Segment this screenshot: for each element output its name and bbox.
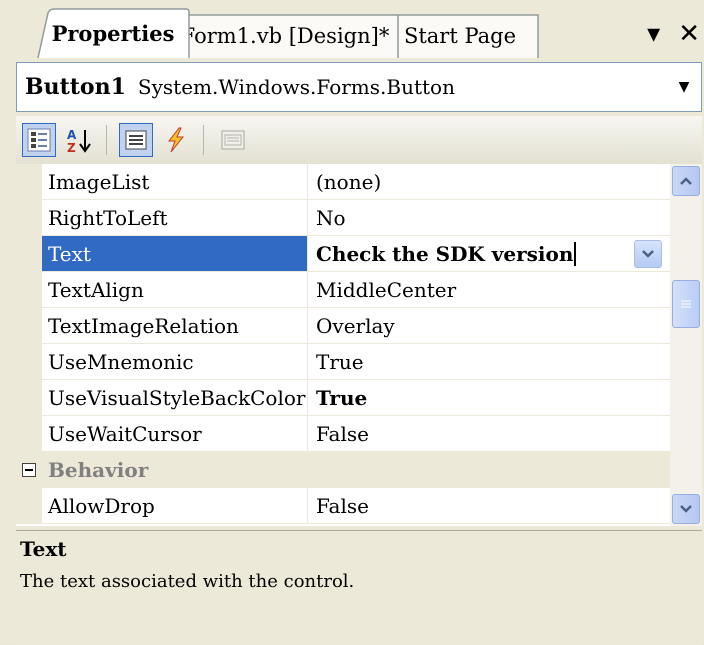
property-row[interactable]: RightToLeft No xyxy=(16,200,670,236)
row-margin xyxy=(16,236,42,272)
chevron-down-icon xyxy=(642,250,654,258)
tab-label: Properties xyxy=(51,20,175,46)
property-row[interactable]: UseVisualStyleBackColor True xyxy=(16,380,670,416)
row-margin xyxy=(16,344,42,380)
property-pages-icon[interactable] xyxy=(216,123,250,157)
row-margin xyxy=(16,380,42,416)
row-margin xyxy=(16,416,42,452)
object-selector[interactable]: Button1 System.Windows.Forms.Button ▼ xyxy=(16,62,702,112)
tab-form1-design[interactable]: Form1.vb [Design]* xyxy=(170,14,400,58)
window-position-dropdown-icon[interactable]: ▾ xyxy=(647,21,660,47)
tab-properties[interactable]: Properties xyxy=(36,8,190,58)
properties-toolbar: AZ xyxy=(16,116,702,165)
property-value[interactable]: (none) xyxy=(308,164,670,200)
vertical-scrollbar[interactable] xyxy=(670,164,702,526)
chevron-up-icon xyxy=(680,177,692,185)
property-row[interactable]: ImageList (none) xyxy=(16,164,670,200)
minus-icon xyxy=(22,463,36,477)
toolbar-separator xyxy=(106,125,107,155)
chevron-down-icon[interactable]: ▼ xyxy=(667,63,701,111)
property-value[interactable]: Overlay xyxy=(308,308,670,344)
tab-controls: ▾ ✕ xyxy=(647,16,700,52)
chevron-down-icon xyxy=(680,505,692,513)
property-row[interactable]: AllowDrop False xyxy=(16,488,670,524)
property-value-editor[interactable]: Check the SDK version xyxy=(308,236,670,272)
tab-label: Start Page xyxy=(403,24,517,48)
property-row[interactable]: UseWaitCursor False xyxy=(16,416,670,452)
alphabetical-icon[interactable]: AZ xyxy=(62,123,96,157)
row-margin xyxy=(16,488,42,524)
tab-label: Form1.vb [Design]* xyxy=(180,24,390,48)
row-margin xyxy=(16,200,42,236)
property-row[interactable]: TextImageRelation Overlay xyxy=(16,308,670,344)
left-border xyxy=(0,58,16,644)
property-grid: ImageList (none) RightToLeft No Text Che… xyxy=(16,164,670,526)
svg-text:Z: Z xyxy=(67,141,76,153)
property-value[interactable]: True xyxy=(308,380,670,416)
property-value[interactable]: True xyxy=(308,344,670,380)
description-title: Text xyxy=(20,537,67,561)
scroll-down-button[interactable] xyxy=(672,494,700,524)
toolbar-separator xyxy=(203,125,204,155)
description-text: The text associated with the control. xyxy=(20,571,355,592)
scroll-thumb[interactable] xyxy=(672,280,700,328)
property-name: Text xyxy=(42,236,308,272)
categorized-icon[interactable] xyxy=(22,123,56,157)
collapse-toggle[interactable] xyxy=(16,452,42,488)
object-type: System.Windows.Forms.Button xyxy=(137,75,455,99)
category-fill xyxy=(308,452,670,488)
property-value[interactable]: False xyxy=(308,416,670,452)
property-name: TextAlign xyxy=(42,272,308,308)
object-name: Button1 xyxy=(25,74,126,100)
property-name: ImageList xyxy=(42,164,308,200)
property-row-selected[interactable]: Text Check the SDK version xyxy=(16,236,670,272)
properties-icon[interactable] xyxy=(119,123,153,157)
scroll-up-button[interactable] xyxy=(672,166,700,196)
description-pane: Text The text associated with the contro… xyxy=(16,530,702,645)
property-name: RightToLeft xyxy=(42,200,308,236)
category-name: Behavior xyxy=(42,452,308,488)
svg-text:A: A xyxy=(67,128,77,142)
property-value[interactable]: False xyxy=(308,488,670,524)
value-dropdown-button[interactable] xyxy=(634,240,662,268)
property-name: UseWaitCursor xyxy=(42,416,308,452)
property-value[interactable]: MiddleCenter xyxy=(308,272,670,308)
row-margin xyxy=(16,272,42,308)
property-name: UseVisualStyleBackColor xyxy=(42,380,308,416)
row-margin xyxy=(16,308,42,344)
properties-window: Start Page Form1.vb [Design]* Properties… xyxy=(0,0,704,645)
tab-start-page[interactable]: Start Page xyxy=(380,14,540,58)
category-row-behavior[interactable]: Behavior xyxy=(16,452,670,488)
property-row[interactable]: UseMnemonic True xyxy=(16,344,670,380)
close-icon[interactable]: ✕ xyxy=(678,21,700,47)
property-row[interactable]: TextAlign MiddleCenter xyxy=(16,272,670,308)
grip-icon xyxy=(681,300,691,308)
property-name: UseMnemonic xyxy=(42,344,308,380)
tab-strip: Start Page Form1.vb [Design]* Properties… xyxy=(0,0,704,58)
events-icon[interactable] xyxy=(159,123,193,157)
property-value-text[interactable]: Check the SDK version xyxy=(316,242,573,266)
property-name: TextImageRelation xyxy=(42,308,308,344)
property-name: AllowDrop xyxy=(42,488,308,524)
property-value[interactable]: No xyxy=(308,200,670,236)
text-caret xyxy=(574,241,577,266)
row-margin xyxy=(16,164,42,200)
